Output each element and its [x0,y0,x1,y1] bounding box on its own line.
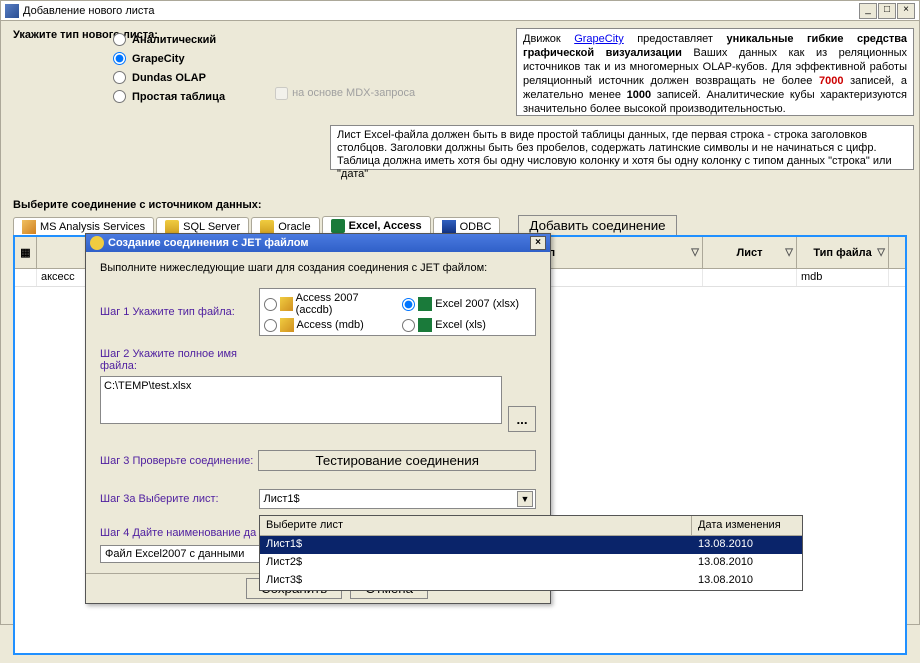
titlebar: Добавление нового листа _ □ × [1,1,919,21]
test-connection-button[interactable]: Тестирование соединения [258,450,536,471]
close-button[interactable]: × [897,3,915,19]
dialog-titlebar: Создание соединения с JET файлом × [86,234,550,252]
step3a-label: Шаг 3а Выберите лист: [100,493,259,505]
dropdown-item[interactable]: Лист2$13.08.2010 [260,554,802,572]
excel-icon [418,297,432,311]
browse-button[interactable]: ... [508,406,536,432]
filetype-accdb[interactable]: Access 2007 (accdb) [264,292,393,316]
grapecity-link[interactable]: GrapeCity [574,33,624,45]
grid-header-filetype[interactable]: Тип файла▽ [797,237,889,268]
connection-heading: Выберите соединение с источником данных: [13,199,907,211]
step3-label: Шаг 3 Проверьте соединение: [100,455,258,467]
step4-label: Шаг 4 Дайте наименование да [100,527,260,539]
info-grapecity: Движок GrapeCity предоставляет уникальны… [516,28,914,116]
mdx-checkbox: на основе MDX-запроса [275,77,415,109]
grid-header-select[interactable]: ▦ [15,237,37,268]
radio-simple[interactable]: Простая таблица [113,90,225,103]
file-type-group: Access 2007 (accdb) Excel 2007 (xlsx) Ac… [259,288,536,336]
maximize-button[interactable]: □ [878,3,896,19]
info-excel-sheet: Лист Excel-файла должен быть в виде прос… [330,125,914,170]
step2-label: Шаг 2 Укажите полное имя файла: [100,348,260,372]
filter-icon[interactable]: ▽ [877,247,885,258]
chevron-down-icon: ▼ [517,491,533,507]
database-icon [260,220,274,234]
odbc-icon [442,220,456,234]
excel-icon [418,318,432,332]
filetype-mdb[interactable]: Access (mdb) [264,318,393,332]
dropdown-item[interactable]: Лист3$13.08.2010 [260,572,802,590]
minimize-button[interactable]: _ [859,3,877,19]
key-icon [280,297,293,311]
sheet-select[interactable]: Лист1$ ▼ [259,489,536,509]
filetype-xlsx[interactable]: Excel 2007 (xlsx) [402,292,531,316]
filter-icon[interactable]: ▽ [785,247,793,258]
filename-textarea[interactable]: C:\TEMP\test.xlsx [100,376,502,424]
window-title: Добавление нового листа [23,5,154,17]
dialog-close-button[interactable]: × [530,236,546,250]
sheet-dropdown-popup: Выберите лист Дата изменения Лист1$13.08… [259,515,803,591]
radio-analytic[interactable]: Аналитический [113,33,225,46]
key-icon [90,236,104,250]
dialog-intro: Выполните нижеследующие шаги для создани… [100,262,536,274]
app-icon [5,4,19,18]
dropdown-header-sheet: Выберите лист [260,516,692,535]
connection-name-input[interactable] [100,545,260,563]
cube-icon [22,220,36,234]
radio-dundas[interactable]: Dundas OLAP [113,71,225,84]
radio-grapecity[interactable]: GrapeCity [113,52,225,65]
key-icon [280,318,294,332]
excel-icon [331,219,345,233]
step1-label: Шаг 1 Укажите тип файла: [100,306,259,318]
dropdown-item[interactable]: Лист1$13.08.2010 [260,536,802,554]
filetype-xls[interactable]: Excel (xls) [402,318,531,332]
dropdown-header-date: Дата изменения [692,516,802,535]
database-icon [165,220,179,234]
grid-header-sheet[interactable]: Лист▽ [703,237,797,268]
filter-icon[interactable]: ▽ [691,247,699,258]
